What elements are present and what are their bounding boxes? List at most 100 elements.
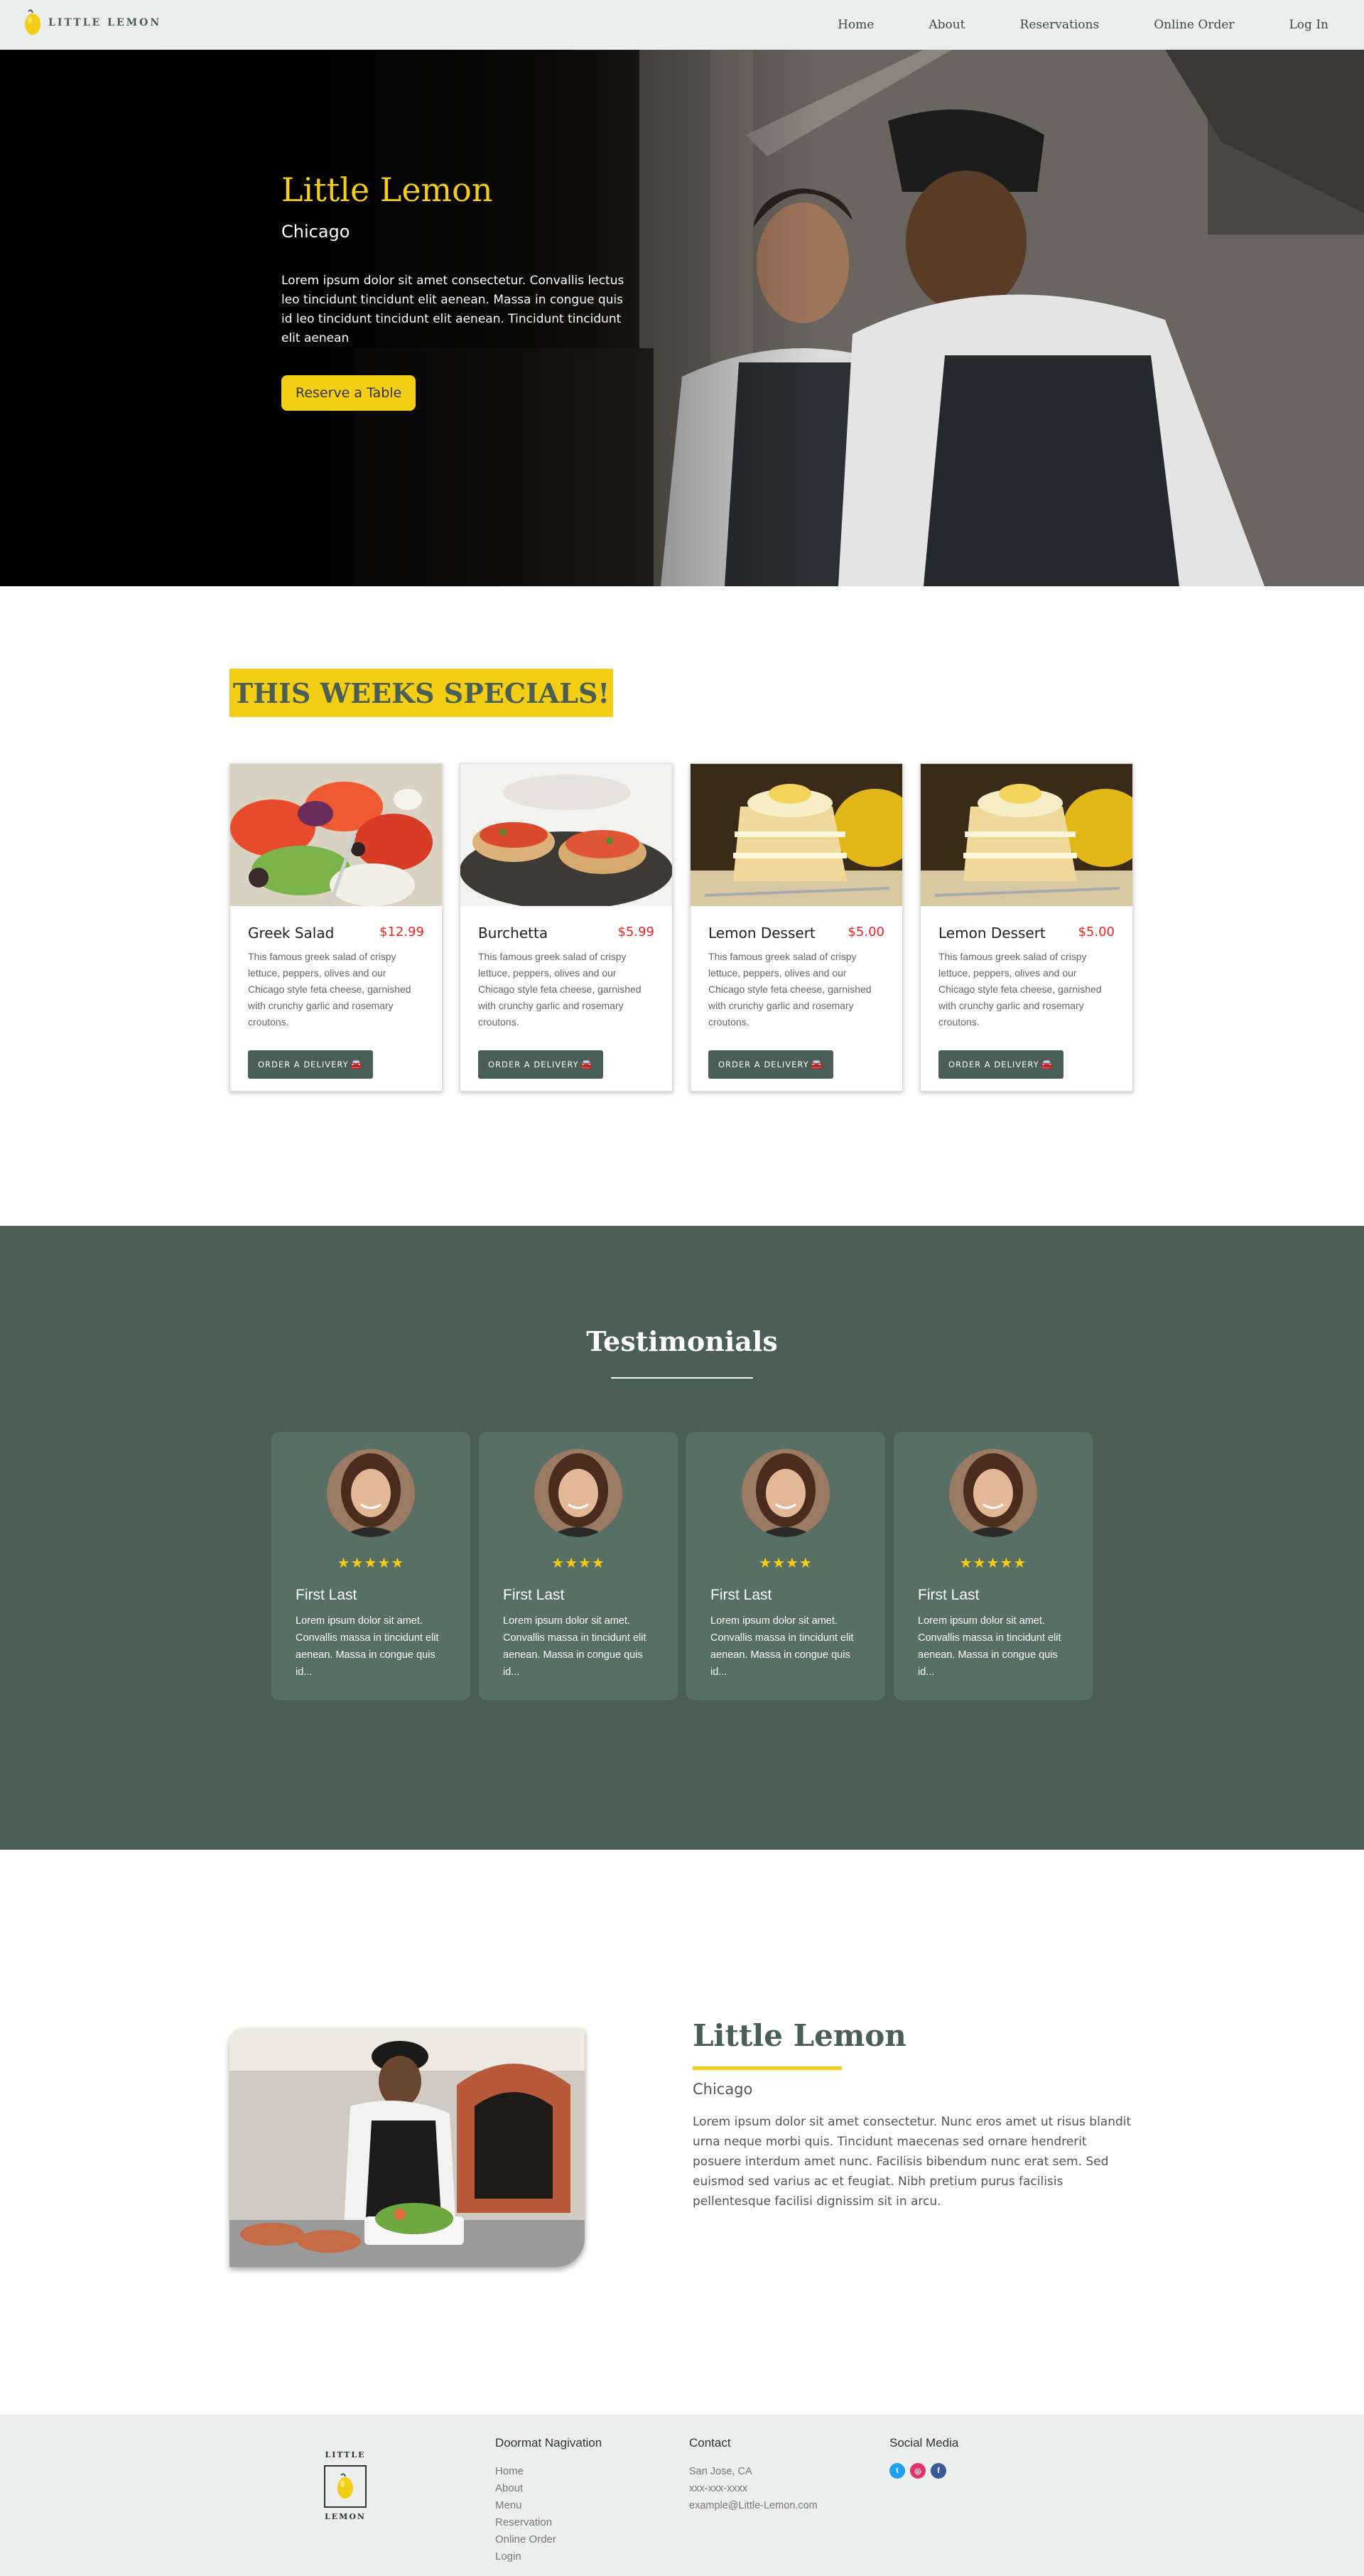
contact-phone: xxx-xxx-xxxx (689, 2483, 748, 2494)
lemon-dessert-image (691, 764, 902, 906)
card-price: $5.00 (1078, 925, 1115, 939)
special-card: Lemon Dessert $5.00 This famous greek sa… (920, 763, 1133, 1092)
footer-link-home[interactable]: Home (495, 2463, 602, 2480)
card-description: This famous greek salad of crispy lettuc… (938, 951, 1102, 1028)
logo-text: LITTLE LEMON (48, 17, 162, 28)
contact-email: example@Little-Lemon.com (689, 2500, 818, 2511)
testimonial-text: Lorem ipsum dolor sit amet. Convallis ma… (918, 1615, 1061, 1678)
footer-link-about[interactable]: About (495, 2480, 602, 2497)
avatar (949, 1449, 1037, 1537)
social-icons: t ◎ f (889, 2463, 958, 2479)
instagram-icon[interactable]: ◎ (910, 2463, 926, 2479)
testimonial-name: First Last (503, 1587, 565, 1603)
footer-link-reservation[interactable]: Reservation (495, 2514, 602, 2531)
footer: LITTLE LEMON Doormat Nagivation Home Abo… (0, 2415, 1364, 2576)
footer-social-heading: Social Media (889, 2436, 959, 2450)
site-logo[interactable]: LITTLE LEMON (23, 9, 161, 37)
bruschetta-image (460, 764, 672, 906)
card-price: $12.99 (379, 925, 424, 939)
about-divider (693, 2066, 842, 2070)
twitter-icon[interactable]: t (889, 2463, 905, 2479)
card-title: Lemon Dessert (708, 925, 816, 942)
special-card: Burchetta $5.99 This famous greek salad … (460, 763, 673, 1092)
specials-cards: Greek Salad $12.99 This famous greek sal… (229, 763, 1150, 1092)
about-subtitle: Chicago (693, 2081, 753, 2098)
testimonials-divider (611, 1377, 753, 1379)
avatar (534, 1449, 622, 1537)
rating-stars: ★★★★ (551, 1556, 605, 1571)
footer-logo-top: LITTLE (325, 2450, 366, 2459)
car-icon: 🚘 (1040, 1059, 1054, 1070)
nav-about-link[interactable]: About (929, 18, 965, 32)
footer-contact-column: Contact San Jose, CA xxx-xxx-xxxx exampl… (689, 2436, 818, 2514)
card-price: $5.99 (617, 925, 654, 939)
order-delivery-label: ORDER A DELIVERY (718, 1060, 809, 1069)
specials-heading-banner: THIS WEEKS SPECIALS! (229, 669, 613, 717)
testimonial-card: ★★★★★ First Last Lorem ipsum dolor sit a… (894, 1432, 1093, 1701)
footer-nav-column: Doormat Nagivation Home About Menu Reser… (495, 2436, 602, 2565)
woman-portrait-icon (534, 1449, 622, 1537)
lemon-dessert-image (921, 764, 1132, 906)
nav-links: Home About Reservations Online Order Log… (783, 0, 1328, 50)
nav-reservations-link[interactable]: Reservations (1020, 18, 1100, 32)
card-title: Lemon Dessert (938, 925, 1046, 942)
woman-portrait-icon (742, 1449, 830, 1537)
lemon-logo-icon (337, 2473, 353, 2499)
top-navigation: LITTLE LEMON Home About Reservations Onl… (0, 0, 1364, 50)
testimonial-text: Lorem ipsum dolor sit amet. Convallis ma… (503, 1615, 646, 1678)
testimonial-text: Lorem ipsum dolor sit amet. Convallis ma… (710, 1615, 854, 1678)
contact-address: San Jose, CA (689, 2466, 752, 2477)
specials-heading: THIS WEEKS SPECIALS! (232, 677, 610, 709)
hero-title: Little Lemon (281, 171, 493, 209)
special-card: Greek Salad $12.99 This famous greek sal… (229, 763, 443, 1092)
footer-logo-bottom: LEMON (325, 2512, 366, 2521)
footer-logo-box (324, 2465, 367, 2508)
card-title: Greek Salad (248, 925, 335, 942)
footer-contact-heading: Contact (689, 2436, 731, 2450)
about-title: Little Lemon (693, 2018, 906, 2053)
rating-stars: ★★★★★ (337, 1556, 405, 1571)
about-chef-image (229, 2028, 585, 2267)
order-delivery-button[interactable]: ORDER A DELIVERY 🚘 (938, 1050, 1064, 1079)
footer-link-menu[interactable]: Menu (495, 2497, 602, 2514)
testimonials-heading: Testimonials (586, 1325, 778, 1357)
woman-portrait-icon (949, 1449, 1037, 1537)
card-header: Greek Salad $12.99 (248, 925, 424, 942)
card-price: $5.00 (848, 925, 884, 939)
order-delivery-button[interactable]: ORDER A DELIVERY 🚘 (248, 1050, 374, 1079)
testimonial-cards: ★★★★★ First Last Lorem ipsum dolor sit a… (271, 1432, 1101, 1701)
testimonials-section: Testimonials ★★★★★ First Last Lorem ipsu… (0, 1226, 1364, 1850)
car-icon: 🚘 (350, 1059, 364, 1070)
reserve-table-button[interactable]: Reserve a Table (281, 375, 416, 411)
greek-salad-image (230, 764, 442, 906)
facebook-icon[interactable]: f (931, 2463, 946, 2479)
rating-stars: ★★★★★ (959, 1556, 1027, 1571)
card-header: Burchetta $5.99 (478, 925, 654, 942)
hero-subtitle: Chicago (281, 222, 350, 242)
hero-content: Little Lemon Chicago Lorem ipsum dolor s… (281, 171, 651, 411)
testimonial-name: First Last (918, 1587, 980, 1603)
card-description: This famous greek salad of crispy lettuc… (708, 951, 872, 1028)
testimonial-card: ★★★★ First Last Lorem ipsum dolor sit am… (686, 1432, 885, 1701)
footer-social-column: Social Media t ◎ f (889, 2436, 958, 2479)
card-description: This famous greek salad of crispy lettuc… (248, 951, 411, 1028)
footer-logo[interactable]: LITTLE LEMON (323, 2450, 367, 2521)
testimonial-name: First Last (710, 1587, 772, 1603)
order-delivery-label: ORDER A DELIVERY (488, 1060, 579, 1069)
footer-link-login[interactable]: Login (495, 2548, 602, 2565)
card-title: Burchetta (478, 925, 548, 942)
footer-nav-heading: Doormat Nagivation (495, 2436, 602, 2450)
nav-home-link[interactable]: Home (838, 18, 874, 32)
testimonial-name: First Last (296, 1587, 357, 1603)
footer-link-online-order[interactable]: Online Order (495, 2531, 602, 2548)
special-card: Lemon Dessert $5.00 This famous greek sa… (690, 763, 903, 1092)
card-header: Lemon Dessert $5.00 (708, 925, 884, 942)
nav-online-order-link[interactable]: Online Order (1154, 18, 1234, 32)
nav-login-link[interactable]: Log In (1289, 18, 1328, 32)
car-icon: 🚘 (580, 1059, 594, 1070)
order-delivery-button[interactable]: ORDER A DELIVERY 🚘 (478, 1050, 604, 1079)
order-delivery-button[interactable]: ORDER A DELIVERY 🚘 (708, 1050, 834, 1079)
card-description: This famous greek salad of crispy lettuc… (478, 951, 642, 1028)
hero-chefs-image (0, 50, 1364, 586)
order-delivery-label: ORDER A DELIVERY (948, 1060, 1039, 1069)
